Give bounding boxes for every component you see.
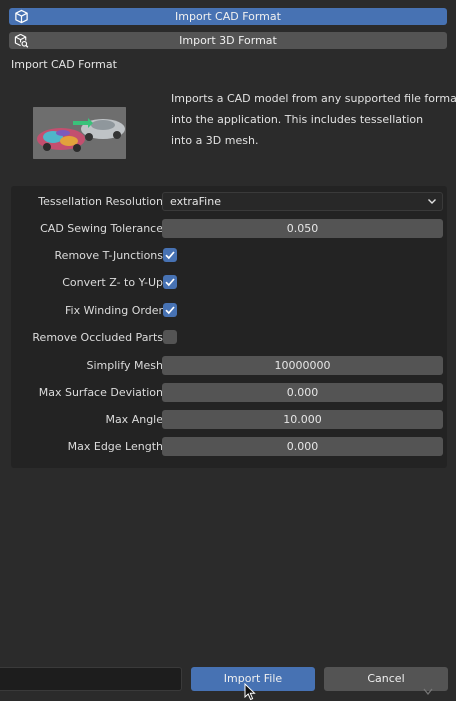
filename-field[interactable] [0, 667, 182, 691]
remove-occluded-parts-label: Remove Occluded Parts [32, 331, 163, 344]
import-cad-format-button[interactable]: Import CAD Format [9, 8, 447, 25]
max-edge-length-label: Max Edge Length [67, 440, 163, 453]
max-angle-field[interactable]: 10.000 [162, 410, 443, 429]
max-surface-deviation-label: Max Surface Deviation [38, 386, 163, 399]
convert-z-to-y-up-label: Convert Z- to Y-Up [62, 276, 163, 289]
section-title: Import CAD Format [11, 58, 117, 71]
max-surface-deviation-field[interactable]: 0.000 [162, 383, 443, 402]
row-simplify-mesh: Simplify Mesh 10000000 [11, 356, 447, 375]
cad-sewing-tolerance-field[interactable]: 0.050 [162, 219, 443, 238]
tessellation-resolution-label: Tessellation Resolution [38, 195, 163, 208]
description-line: into the application. This includes tess… [171, 113, 424, 126]
simplify-mesh-label: Simplify Mesh [86, 359, 164, 372]
fix-winding-order-label: Fix Winding Order [64, 304, 163, 317]
row-cad-sewing-tolerance: CAD Sewing Tolerance 0.050 [11, 219, 447, 238]
chevron-down-icon [428, 199, 436, 204]
convert-z-to-y-up-checkbox[interactable] [163, 275, 177, 289]
tessellation-resolution-value: extraFine [170, 195, 221, 208]
row-remove-t-junctions: Remove T-Junctions [11, 246, 447, 265]
checkmark-icon [165, 278, 175, 287]
tessellation-resolution-select[interactable]: extraFine [162, 192, 443, 211]
remove-t-junctions-checkbox[interactable] [163, 248, 177, 262]
description: Imports a CAD model from any supported f… [171, 88, 456, 151]
cad-preview-image [33, 107, 126, 159]
simplify-mesh-field[interactable]: 10000000 [162, 356, 443, 375]
row-convert-z-to-y-up: Convert Z- to Y-Up [11, 273, 447, 292]
checkmark-icon [165, 251, 175, 260]
mouse-cursor-icon [244, 683, 256, 701]
import-cad-format-label: Import CAD Format [175, 10, 281, 23]
row-remove-occluded-parts: Remove Occluded Parts [11, 328, 447, 347]
row-max-angle: Max Angle 10.000 [11, 410, 447, 429]
row-tessellation-resolution: Tessellation Resolution extraFine [11, 192, 447, 211]
description-line: Imports a CAD model from any supported f… [171, 92, 456, 105]
row-max-surface-deviation: Max Surface Deviation 0.000 [11, 383, 447, 402]
cad-sewing-tolerance-label: CAD Sewing Tolerance [40, 222, 163, 235]
row-max-edge-length: Max Edge Length 0.000 [11, 437, 447, 456]
import-3d-format-label: Import 3D Format [179, 34, 277, 47]
import-3d-format-button[interactable]: Import 3D Format [9, 32, 447, 49]
cube-icon [15, 9, 28, 24]
fix-winding-order-checkbox[interactable] [163, 303, 177, 317]
remove-occluded-parts-checkbox[interactable] [163, 330, 177, 344]
settings-panel: Tessellation Resolution extraFine CAD Se… [11, 186, 447, 468]
remove-t-junctions-label: Remove T-Junctions [54, 249, 163, 262]
max-angle-label: Max Angle [105, 413, 163, 426]
row-fix-winding-order: Fix Winding Order [11, 301, 447, 320]
max-edge-length-field[interactable]: 0.000 [162, 437, 443, 456]
checkmark-icon [165, 306, 175, 315]
resize-grip-icon[interactable] [423, 688, 433, 696]
description-line: into a 3D mesh. [171, 134, 259, 147]
cube-search-icon [14, 33, 29, 48]
